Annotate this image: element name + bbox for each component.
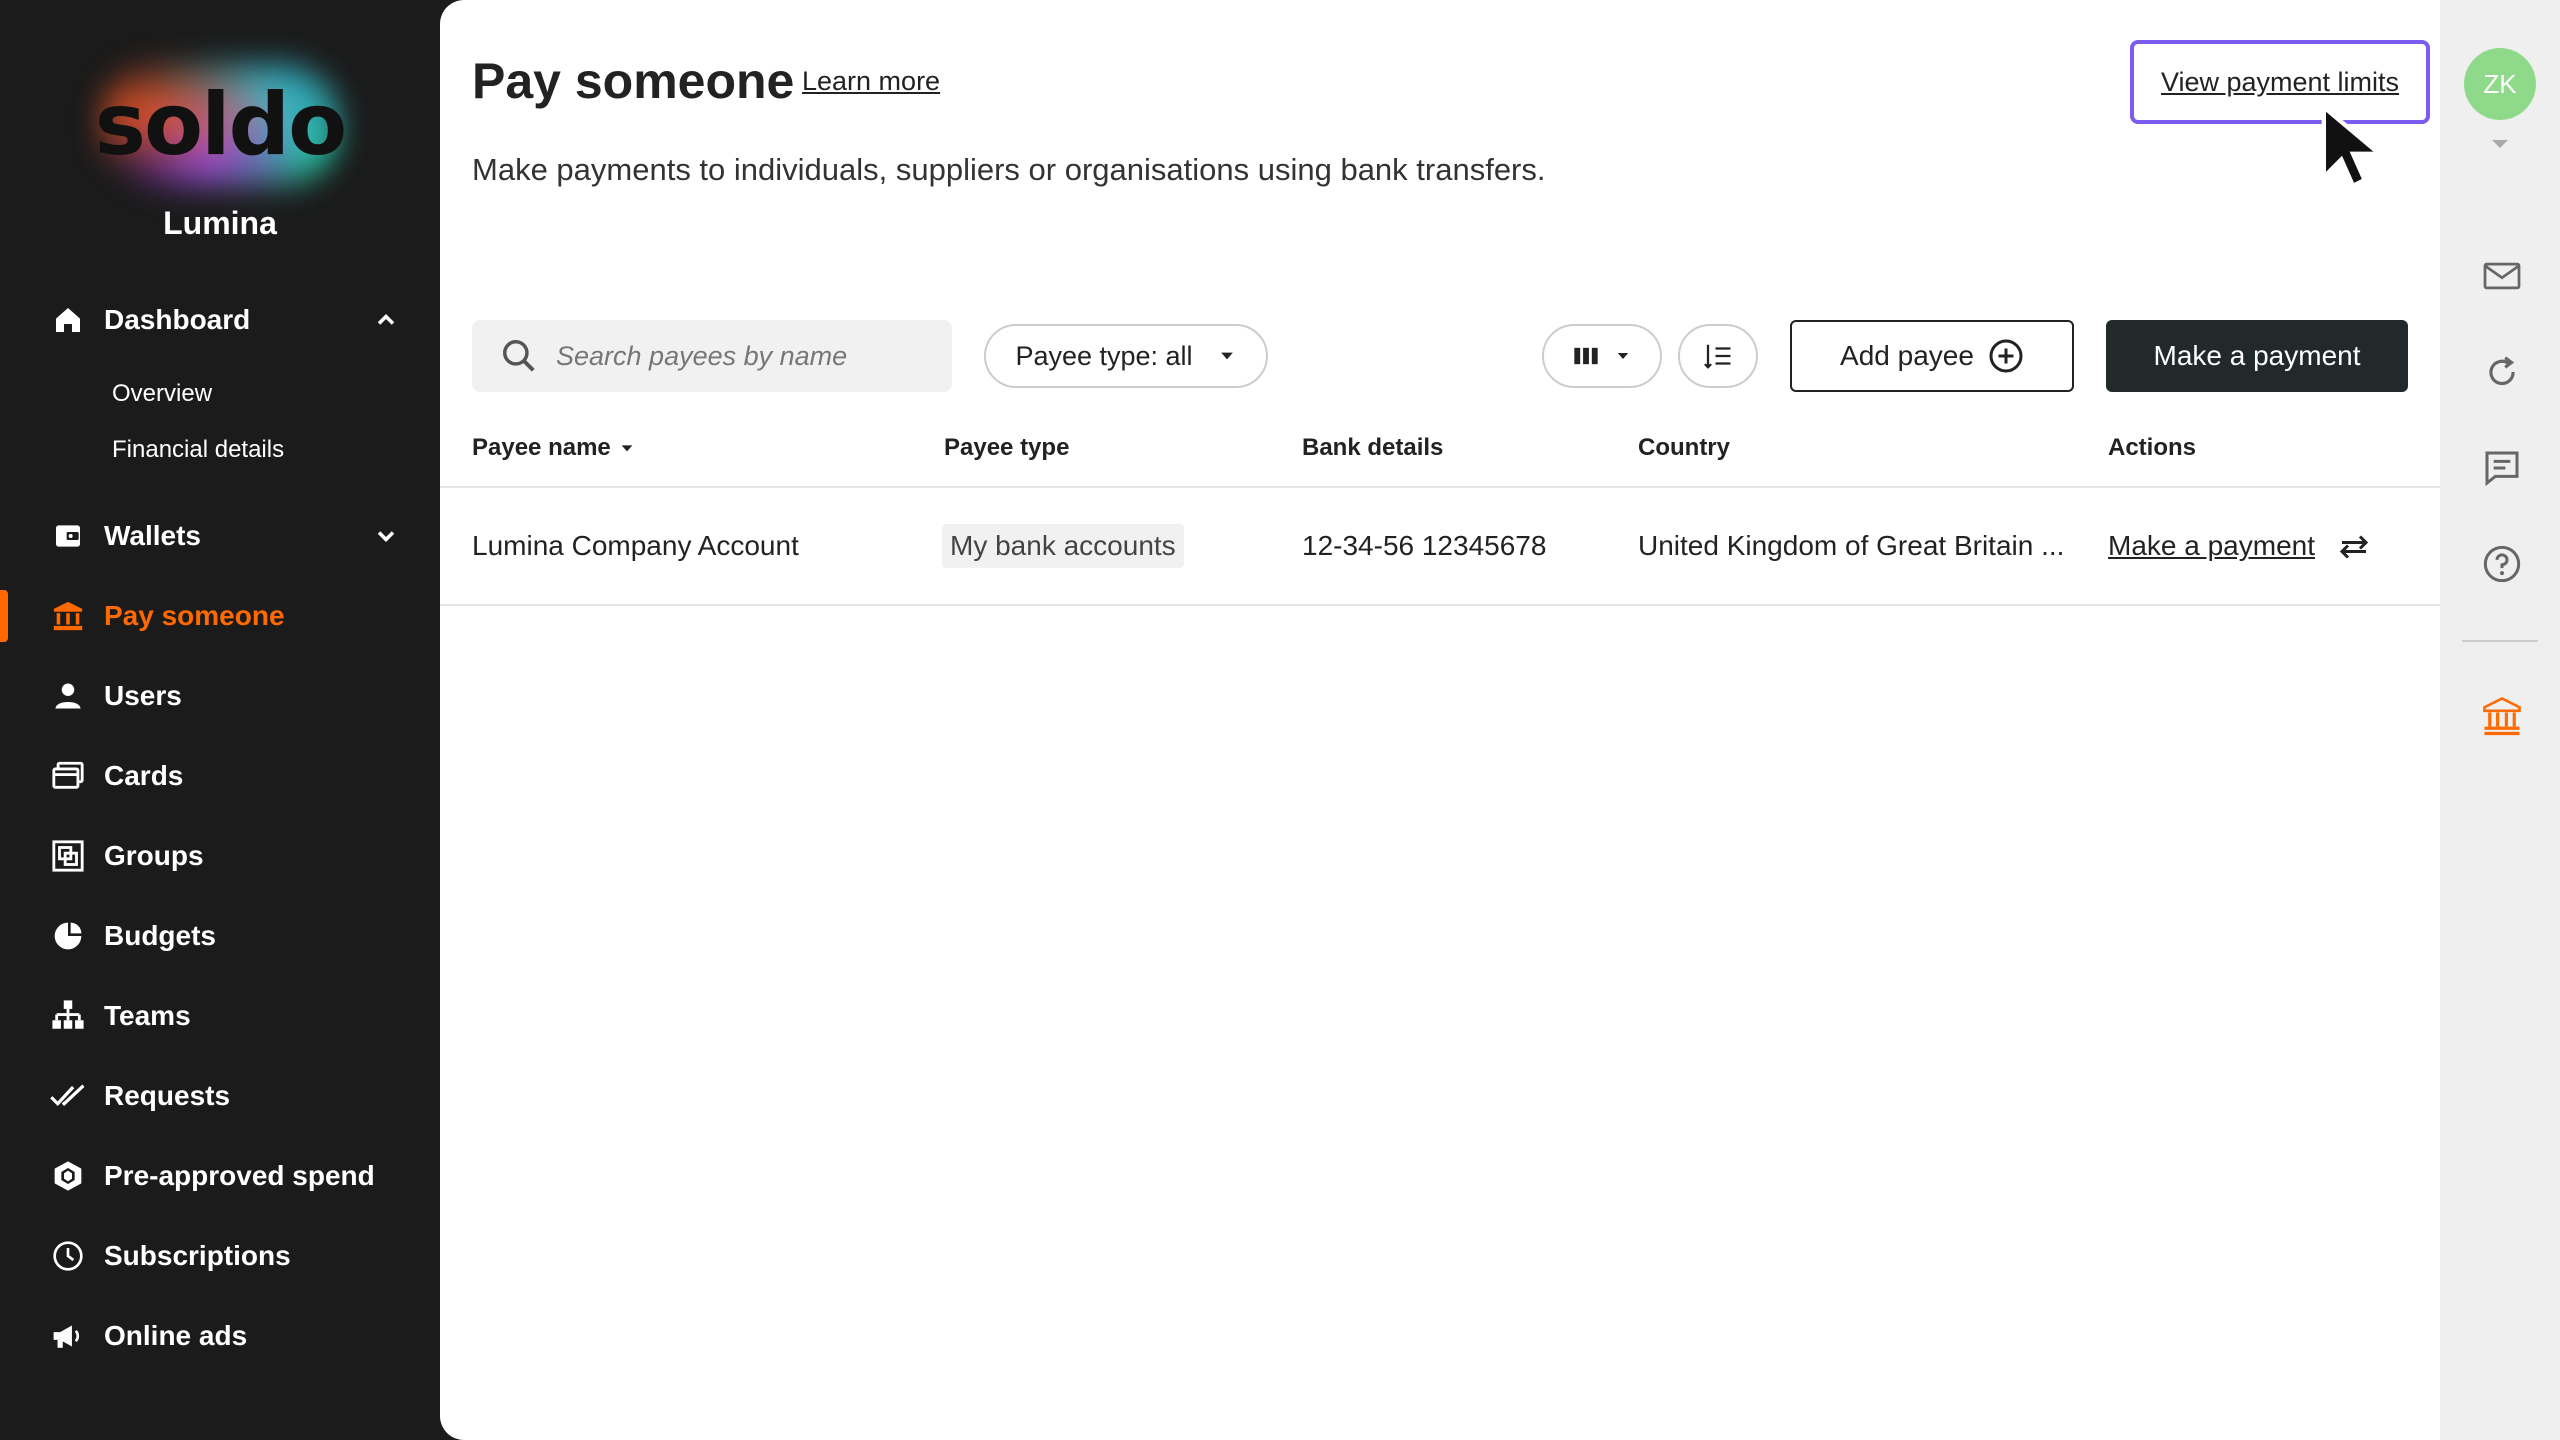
- payee-type-tag: My bank accounts: [942, 524, 1184, 568]
- teams-icon: [48, 996, 88, 1036]
- sidebar-item-label: Pay someone: [104, 600, 285, 631]
- sidebar-item-label: Wallets: [104, 520, 201, 551]
- sidebar-item-label: Budgets: [104, 920, 216, 951]
- table-row-divider: [440, 604, 2440, 606]
- cell-bank-details: 12-34-56 12345678: [1302, 530, 1547, 561]
- column-header-country: Country: [1638, 434, 1730, 461]
- caret-down-icon: [1617, 353, 1629, 359]
- sidebar-item-label: Teams: [104, 1000, 191, 1031]
- sidebar-subitem-overview[interactable]: Overview: [112, 380, 212, 408]
- sidebar-item-cards[interactable]: Cards: [0, 744, 440, 808]
- search-icon: [503, 340, 535, 372]
- sidebar-item-label: Users: [104, 680, 182, 711]
- column-header-actions: Actions: [2108, 434, 2197, 461]
- search-input[interactable]: [556, 340, 916, 372]
- caret-down-icon: [1220, 352, 1233, 360]
- bank-icon[interactable]: [2480, 694, 2524, 738]
- sidebar-item-label: Groups: [104, 840, 204, 871]
- sidebar-item-wallets[interactable]: Wallets: [0, 504, 440, 568]
- main-content: Pay someone Learn more View payment limi…: [440, 0, 2440, 1440]
- cell-country: United Kingdom of Great Britain ...: [1638, 530, 2065, 561]
- sidebar-item-label: Pre-approved spend: [104, 1160, 375, 1191]
- transfer-arrows-icon[interactable]: [2336, 530, 2372, 564]
- organisation-name: Lumina: [163, 205, 277, 241]
- mail-icon[interactable]: [2480, 254, 2524, 298]
- add-payee-button[interactable]: Add payee: [1790, 320, 2074, 392]
- sidebar-item-pay-someone[interactable]: Pay someone: [0, 584, 440, 648]
- learn-more-link[interactable]: Learn more: [802, 66, 940, 97]
- sidebar-item-label: Requests: [104, 1080, 231, 1111]
- chevron-up-icon: [377, 314, 395, 325]
- wallet-icon: [48, 516, 88, 556]
- search-box[interactable]: [472, 320, 952, 392]
- sort-button[interactable]: [1678, 324, 1758, 388]
- sidebar-item-label: Dashboard: [104, 304, 251, 335]
- sidebar-item-online-ads[interactable]: Online ads: [0, 1304, 440, 1368]
- page-title: Pay someone: [472, 53, 795, 109]
- page-subtitle: Make payments to individuals, suppliers …: [472, 152, 1546, 187]
- view-payment-limits-label: View payment limits: [2160, 66, 2400, 97]
- home-icon: [48, 300, 88, 340]
- soldo-logo: soldo: [60, 50, 380, 200]
- make-payment-label: Make a payment: [2153, 340, 2361, 371]
- clock-icon: [48, 1236, 88, 1276]
- sidebar-item-requests[interactable]: Requests: [0, 1064, 440, 1128]
- mouse-cursor-icon: [2321, 102, 2386, 189]
- sidebar-item-users[interactable]: Users: [0, 664, 440, 728]
- sidebar-item-subscriptions[interactable]: Subscriptions: [0, 1224, 440, 1288]
- right-rail: ZK: [2440, 0, 2560, 1440]
- chevron-down-icon[interactable]: [2488, 136, 2512, 152]
- avatar[interactable]: ZK: [2464, 48, 2536, 120]
- column-header-bank-details: Bank details: [1302, 434, 1444, 461]
- columns-icon: [1574, 347, 1598, 365]
- sidebar-item-groups[interactable]: Groups: [0, 824, 440, 888]
- plus-circle-icon: [1989, 339, 2023, 373]
- help-icon[interactable]: [2480, 542, 2524, 586]
- hexagon-icon: [48, 1156, 88, 1196]
- sidebar-item-pre-approved-spend[interactable]: Pre-approved spend: [0, 1144, 440, 1208]
- sidebar-item-budgets[interactable]: Budgets: [0, 904, 440, 968]
- sidebar-item-label: Subscriptions: [104, 1240, 291, 1271]
- row-make-payment-link[interactable]: Make a payment: [2108, 530, 2315, 562]
- checkmarks-icon: [48, 1076, 88, 1116]
- column-header-payee-name[interactable]: Payee name: [472, 434, 635, 462]
- column-selector-button[interactable]: [1542, 324, 1662, 388]
- column-header-label: Payee name: [472, 434, 611, 461]
- column-header-payee-type: Payee type: [944, 434, 1070, 461]
- sidebar-item-dashboard[interactable]: Dashboard: [0, 288, 440, 352]
- payee-type-filter[interactable]: Payee type: all: [984, 324, 1268, 388]
- chevron-down-icon: [377, 531, 395, 542]
- table-header-divider: [440, 486, 2440, 488]
- logo-text: soldo: [94, 75, 347, 175]
- user-icon: [48, 676, 88, 716]
- bank-icon: [48, 596, 88, 636]
- sidebar-item-label: Cards: [104, 760, 184, 791]
- card-icon: [48, 756, 88, 796]
- groups-icon: [48, 836, 88, 876]
- budget-icon: [48, 916, 88, 956]
- sort-desc-icon: [621, 445, 633, 452]
- add-payee-label: Add payee: [1840, 340, 1974, 371]
- refresh-icon[interactable]: [2480, 350, 2524, 394]
- rail-divider: [2462, 640, 2538, 642]
- sidebar-subitem-financial-details[interactable]: Financial details: [112, 436, 284, 464]
- sidebar: soldo Lumina Dashboard Overview Financia…: [0, 0, 440, 1440]
- cell-payee-name: Lumina Company Account: [472, 530, 799, 561]
- sort-icon: [1704, 344, 1731, 369]
- chat-icon[interactable]: [2480, 446, 2524, 490]
- make-payment-button[interactable]: Make a payment: [2106, 320, 2408, 392]
- sidebar-item-label: Online ads: [104, 1320, 248, 1351]
- payee-type-filter-label: Payee type: all: [1015, 340, 1193, 371]
- sidebar-item-teams[interactable]: Teams: [0, 984, 440, 1048]
- megaphone-icon: [48, 1316, 88, 1356]
